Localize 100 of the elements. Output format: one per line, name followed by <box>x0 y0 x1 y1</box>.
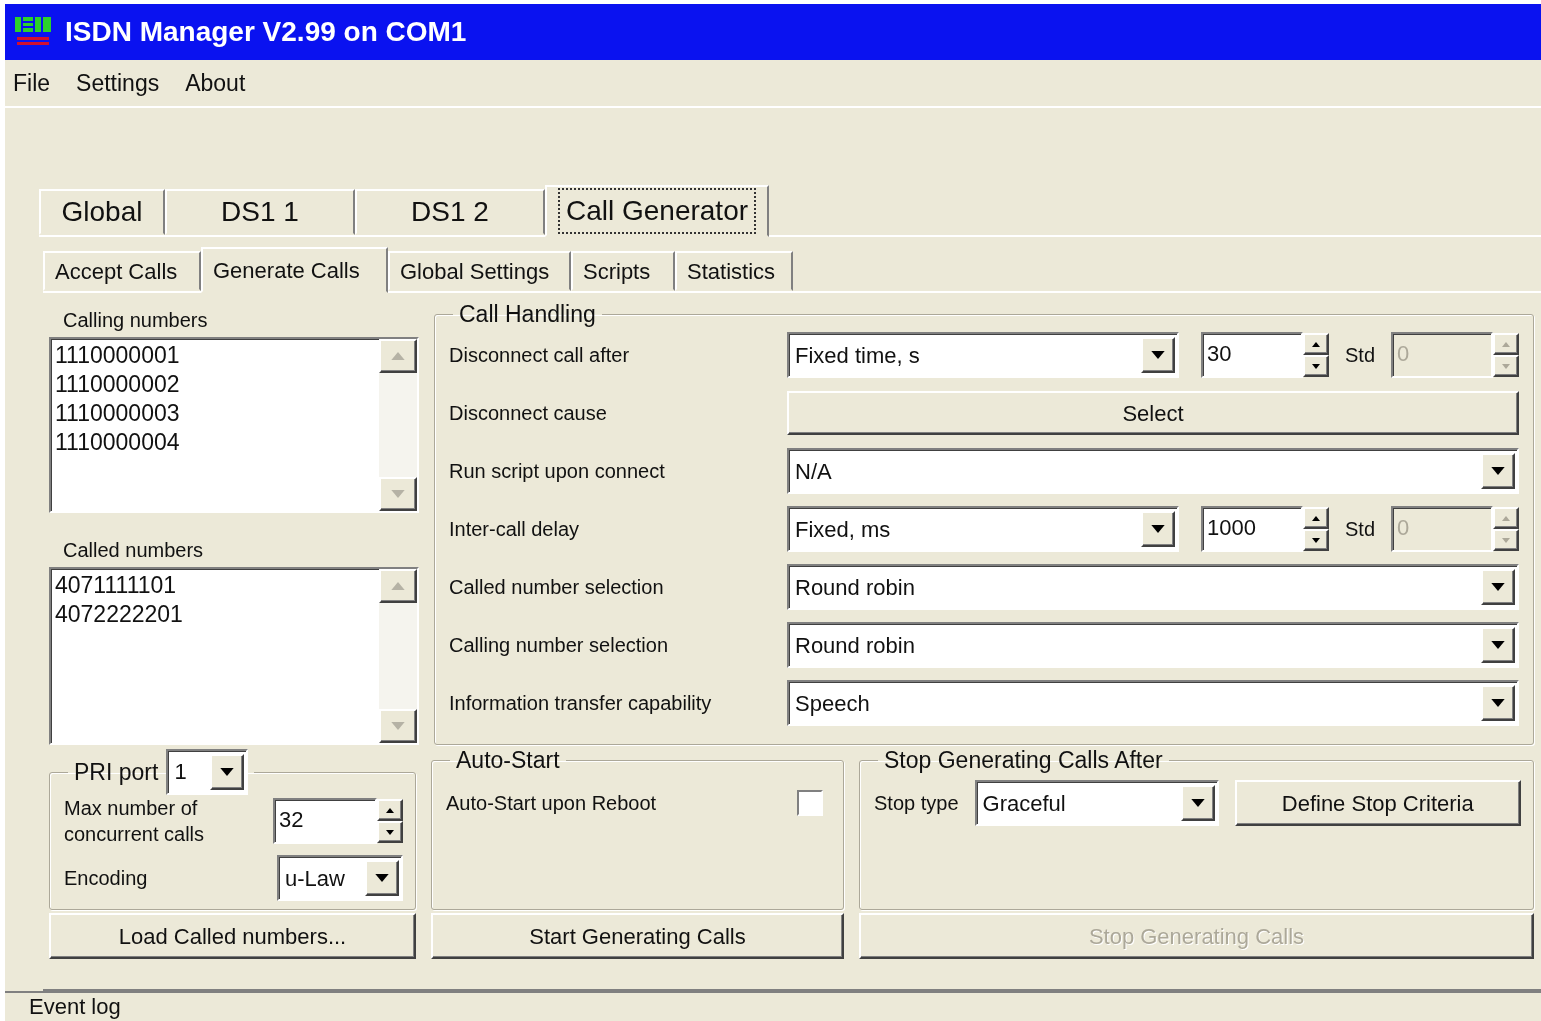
scroll-up-button[interactable] <box>379 339 417 373</box>
tab[interactable]: Generate Calls <box>201 247 388 293</box>
field-label: Encoding <box>64 866 148 891</box>
caret-icon <box>1502 537 1511 543</box>
caret-icon <box>1190 799 1205 807</box>
scroll-down-button[interactable] <box>379 709 417 743</box>
tab[interactable]: Scripts <box>571 251 675 291</box>
dropdown-button[interactable] <box>1481 627 1515 663</box>
number-list[interactable]: 4071111101 4072222201 <box>49 567 419 745</box>
dropdown-button[interactable] <box>1481 685 1515 721</box>
tab[interactable]: Global <box>39 189 165 235</box>
dropdown[interactable]: Graceful <box>974 780 1219 826</box>
dropdown-button[interactable] <box>1141 337 1175 373</box>
menu-item[interactable]: Settings <box>76 65 160 101</box>
caret-icon <box>386 829 394 835</box>
caret-icon <box>375 874 389 882</box>
caret-icon <box>1491 699 1505 707</box>
tab[interactable]: Global Settings <box>388 251 571 291</box>
caret-icon <box>391 722 405 730</box>
spin-up-button[interactable] <box>1493 333 1520 355</box>
caret-icon <box>391 352 405 360</box>
caret-icon <box>1491 583 1505 591</box>
menu-item[interactable]: File <box>13 65 51 101</box>
field-label: Stop type <box>874 791 959 816</box>
tab[interactable]: Call Generator <box>545 185 769 237</box>
caret-icon <box>1312 537 1320 543</box>
field-label: Calling number selection <box>449 633 669 658</box>
caret-icon <box>1502 341 1511 347</box>
dropdown[interactable]: Fixed time, s <box>787 332 1179 378</box>
status-bar: Event log <box>5 991 1541 1021</box>
caret-icon <box>391 490 405 498</box>
scroll-down-button[interactable] <box>379 477 417 511</box>
caret-icon <box>1312 363 1320 369</box>
action-button[interactable]: Start Generating Calls <box>431 913 844 959</box>
select-button[interactable]: Select <box>787 391 1519 435</box>
number-field[interactable]: 32 <box>273 798 377 844</box>
spin-up-button[interactable] <box>1493 507 1520 529</box>
spin-up-button[interactable] <box>1303 333 1329 355</box>
list-item[interactable]: 1110000004 <box>55 428 375 457</box>
dropdown[interactable]: Round robin <box>787 564 1519 610</box>
dropdown[interactable]: N/A <box>787 448 1519 494</box>
list-item[interactable]: 1110000003 <box>55 399 375 428</box>
caret-icon <box>1491 467 1505 475</box>
caret-icon <box>391 582 405 590</box>
group-title: Call Handling <box>458 303 597 326</box>
tab[interactable]: DS1 2 <box>355 189 545 235</box>
list-item[interactable]: 4071111101 <box>55 571 375 600</box>
field-label: Run script upon connect <box>449 459 666 484</box>
caret-icon <box>1151 351 1165 359</box>
caret-icon <box>1312 515 1320 521</box>
dropdown-button[interactable] <box>1141 511 1175 547</box>
field-label: Max number of concurrent calls <box>64 796 206 847</box>
spin-down-button[interactable] <box>1303 529 1329 551</box>
dropdown-button[interactable] <box>210 754 245 790</box>
spin-down-button[interactable] <box>377 821 403 843</box>
define-stop-criteria-button[interactable]: Define Stop Criteria <box>1234 780 1521 826</box>
spin-up-button[interactable] <box>377 799 403 821</box>
caret-icon <box>1491 641 1505 649</box>
spin-down-button[interactable] <box>1303 355 1329 377</box>
group-title: PRI port <box>74 760 159 784</box>
action-button[interactable]: Load Called numbers... <box>49 913 416 959</box>
number-list[interactable]: 1110000001 1110000002 1110000003 1110000004 <box>49 337 419 513</box>
field-label: Inter-call delay <box>449 517 581 542</box>
spin-up-button[interactable] <box>1303 507 1329 529</box>
number-field[interactable]: 30 <box>1201 332 1303 378</box>
dropdown[interactable]: u-Law <box>277 855 403 901</box>
field-label: Disconnect call after <box>449 343 631 368</box>
checkbox[interactable] <box>797 790 823 816</box>
menu-item[interactable]: About <box>185 65 246 101</box>
dropdown-button[interactable] <box>1180 785 1215 821</box>
field-label: Std <box>1345 517 1376 542</box>
dropdown[interactable]: Fixed, ms <box>787 506 1179 552</box>
spin-down-button[interactable] <box>1493 529 1520 551</box>
tab[interactable]: Statistics <box>675 251 793 291</box>
caret-icon <box>220 768 235 776</box>
list-item[interactable]: 4072222201 <box>55 600 375 629</box>
dropdown-button[interactable] <box>1481 569 1515 605</box>
caret-icon <box>1312 341 1320 347</box>
field-label: Std <box>1345 343 1376 368</box>
list-item[interactable]: 1110000002 <box>55 370 375 399</box>
dropdown[interactable]: Round robin <box>787 622 1519 668</box>
dropdown-button[interactable] <box>1481 453 1515 489</box>
dropdown[interactable]: 1 <box>166 749 249 795</box>
checkbox-label: Auto-Start upon Reboot <box>446 791 657 816</box>
dropdown-button[interactable] <box>365 860 399 896</box>
list-label: Calling numbers <box>62 308 209 333</box>
scroll-up-button[interactable] <box>379 569 417 603</box>
tab[interactable]: DS1 1 <box>165 189 355 235</box>
caret-icon <box>1151 525 1165 533</box>
caret-icon <box>1502 363 1511 369</box>
caret-icon <box>1502 515 1511 521</box>
field-label: Disconnect cause <box>449 401 608 426</box>
number-field[interactable]: 1000 <box>1201 506 1303 552</box>
app-logo-icon <box>13 16 53 48</box>
dropdown[interactable]: Speech <box>787 680 1519 726</box>
spin-down-button[interactable] <box>1493 355 1520 377</box>
field-label: Called number selection <box>449 575 665 600</box>
list-item[interactable]: 1110000001 <box>55 341 375 370</box>
list-label: Called numbers <box>62 538 205 563</box>
caret-icon <box>386 807 394 813</box>
